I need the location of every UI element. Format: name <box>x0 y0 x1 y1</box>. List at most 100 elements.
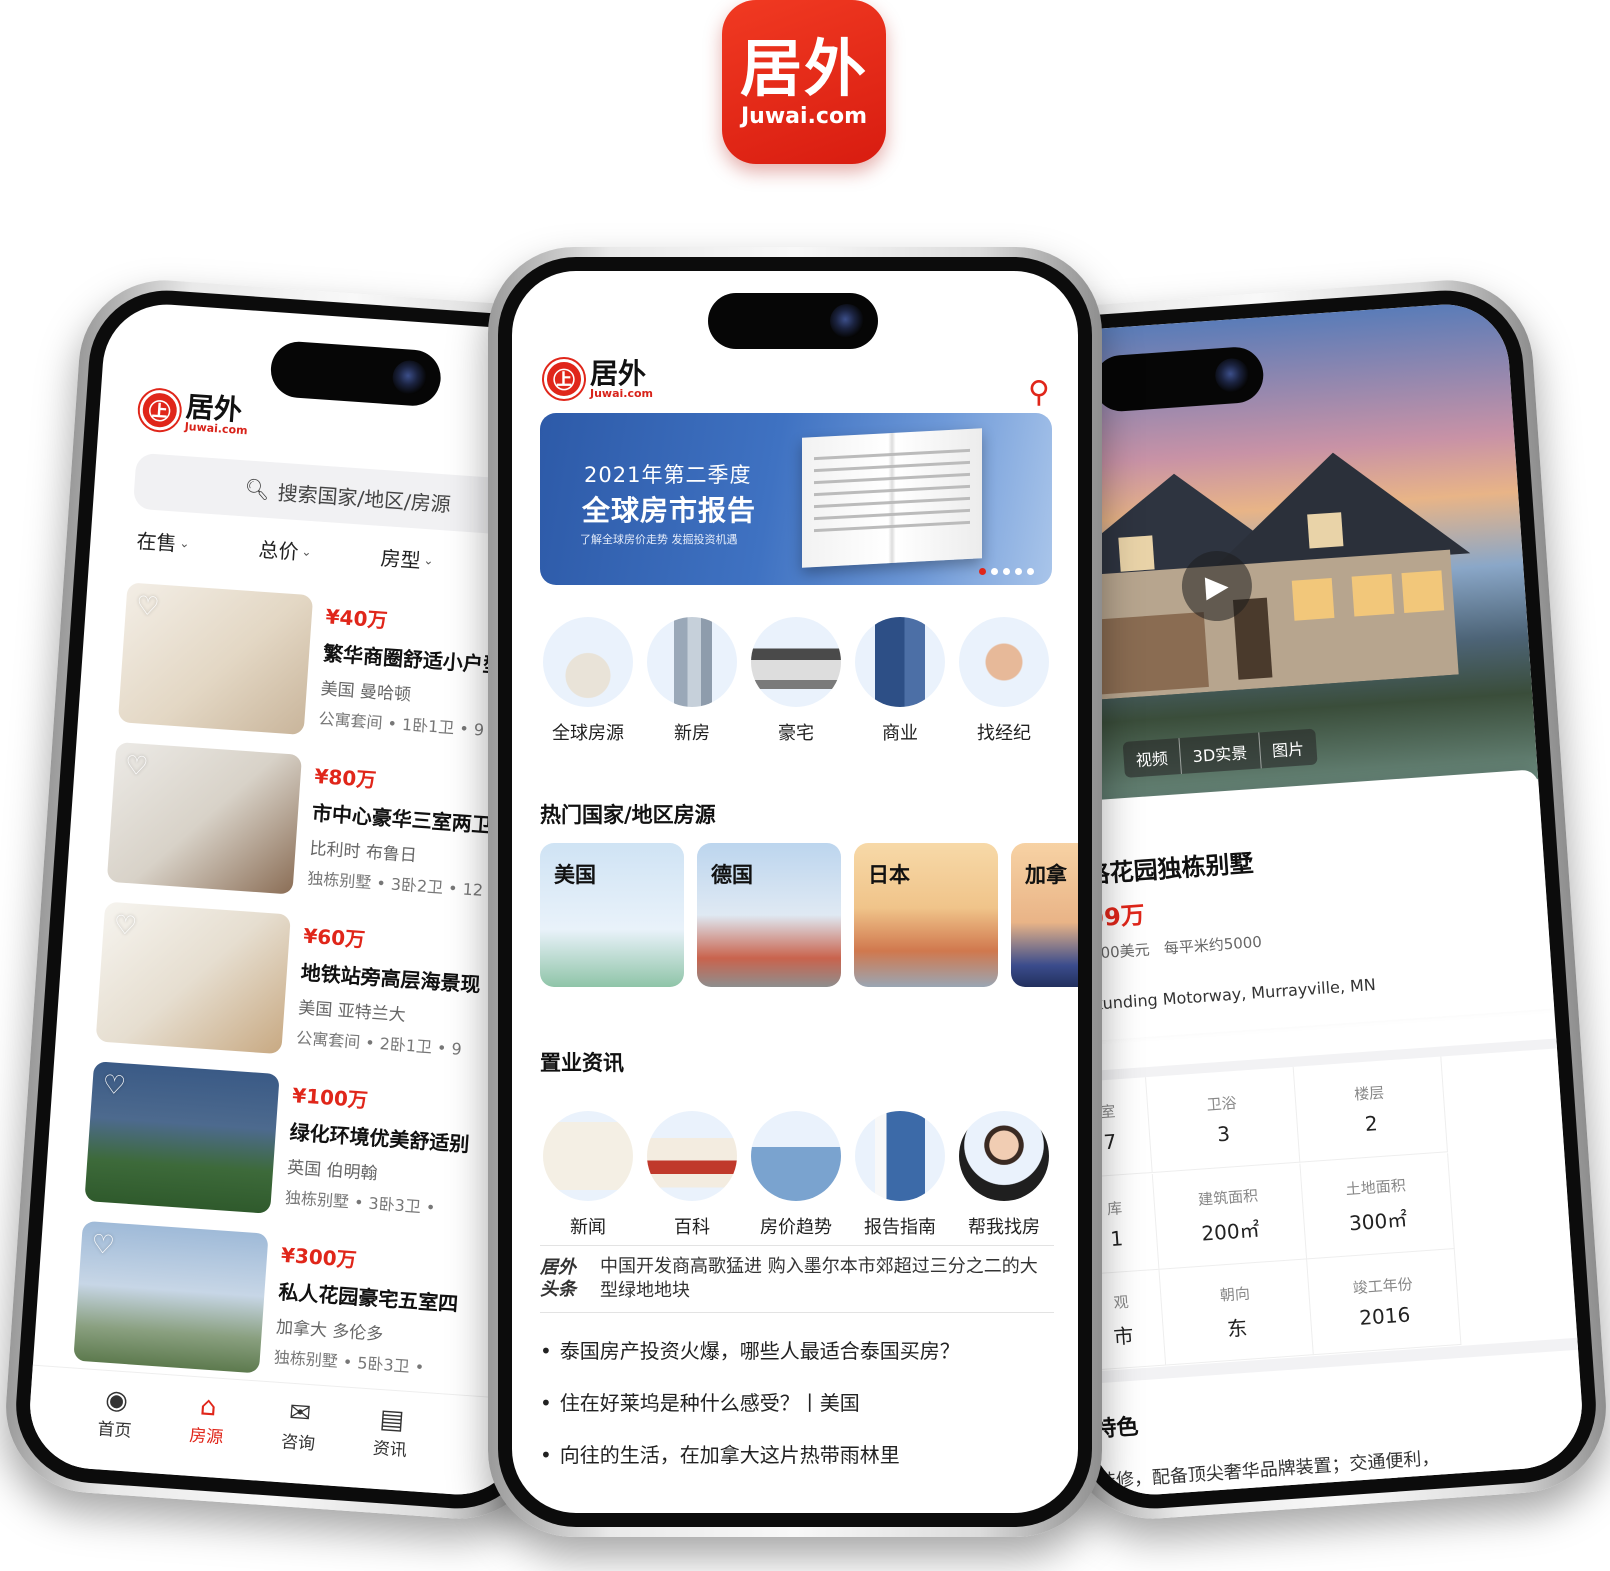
chevron-down-icon: ⌄ <box>301 543 313 559</box>
banner-line-3: 了解全球房价走势 发掘投资机遇 <box>580 533 738 546</box>
spec-cell: 楼层 2 <box>1293 1056 1448 1163</box>
filter-type[interactable]: 房型 ⌄ <box>380 542 435 575</box>
listing-price: ¥100万 <box>291 1083 369 1113</box>
tab-listings[interactable]: ⌂ 房源 <box>158 1389 256 1480</box>
search-icon[interactable]: ⚲ <box>1028 375 1050 410</box>
carousel-dots <box>979 568 1034 575</box>
country-carousel: 美国 德国 日本 加拿 <box>540 843 1078 989</box>
news-cat-wiki[interactable]: 百科 <box>644 1111 740 1239</box>
chevron-down-icon: ⌄ <box>179 535 191 551</box>
listing-title: 地铁站旁高层海景现 <box>300 960 482 997</box>
filter-price[interactable]: 总价 ⌄ <box>258 533 313 566</box>
house-icon <box>543 617 633 707</box>
category-global[interactable]: 全球房源 <box>540 617 636 745</box>
listing-price: ¥40万 <box>324 604 389 633</box>
report-banner[interactable]: 2021年第二季度 全球房市报告 了解全球房价走势 发掘投资机遇 <box>540 413 1052 585</box>
category-new[interactable]: 新房 <box>644 617 740 745</box>
heart-icon[interactable]: ♡ <box>124 751 149 783</box>
category-commercial[interactable]: 商业 <box>852 617 948 745</box>
phone-center: ㊤ 居外 Juwai.com ⚲ 2021年第二季度 全球房市报告 了解全球房价走… <box>488 247 1102 1537</box>
dynamic-island <box>269 339 443 408</box>
listing-spec: 独栋别墅 • 3卧3卫 • <box>284 1187 436 1218</box>
spec-cell: 土地面积 300㎡ <box>1300 1152 1455 1260</box>
banner-line-1: 2021年第二季度 <box>584 463 752 487</box>
property-specs: 室7 卫浴 3 楼层 2 库1 建筑面积 200㎡ 土地面积 300㎡ 观市 朝向东 竣… <box>1065 1038 1578 1373</box>
media-tab-3d[interactable]: 3D实景 <box>1179 732 1262 774</box>
listing-photo: ♡ <box>117 582 314 736</box>
brand-logo[interactable]: ㊤ 居外 Juwai.com <box>138 388 250 437</box>
heart-icon[interactable]: ♡ <box>135 591 160 623</box>
listing-item[interactable]: ♡ ¥100万 绿化环境优美舒适别 英国 伯明翰 独栋别墅 • 3卧3卫 • <box>83 1061 553 1253</box>
app-icon-domain: Juwai.com <box>741 103 867 129</box>
listing-photo: ♡ <box>95 901 291 1055</box>
search-icon: 🔍︎ <box>243 476 271 503</box>
support-agent-icon <box>959 1111 1049 1201</box>
listing-photo: ♡ <box>106 741 303 895</box>
listing-spec: 公寓套间 • 1卧1卫 • 9 <box>317 709 485 740</box>
media-tabs: 视频 3D实景 图片 <box>1122 728 1318 778</box>
brand-cn: 居外 <box>590 356 647 390</box>
country-card-japan[interactable]: 日本 <box>854 843 998 987</box>
filter-status[interactable]: 在售 ⌄ <box>136 525 191 558</box>
books-icon <box>647 1111 737 1201</box>
brand-en: Juwai.com <box>184 419 249 437</box>
listing-title: 私人花园豪宅五室四 <box>277 1279 459 1317</box>
category-agent[interactable]: 找经纪 <box>956 617 1052 745</box>
news-cat-trend[interactable]: 房价趋势 <box>748 1111 844 1239</box>
tab-home[interactable]: ◉ 首页 <box>66 1382 164 1473</box>
villa-icon <box>751 617 841 707</box>
media-tab-photos[interactable]: 图片 <box>1259 729 1317 769</box>
news-link[interactable]: 向往的生活，在加拿大这片热带雨林里 <box>540 1439 1060 1468</box>
spec-cell: 卫浴 3 <box>1146 1066 1301 1173</box>
brand-logo[interactable]: ㊤ 居外 Juwai.com <box>544 359 653 399</box>
document-icon: ▤ <box>378 1404 406 1436</box>
news-heading: 置业资讯 <box>540 1051 624 1075</box>
dynamic-island <box>708 293 878 349</box>
listing-price: ¥300万 <box>280 1242 358 1272</box>
news-category-row: 新闻 百科 房价趋势 报告指南 帮我找房 <box>540 1111 1052 1239</box>
news-cat-findhome[interactable]: 帮我找房 <box>956 1111 1052 1239</box>
country-card-usa[interactable]: 美国 <box>540 843 684 987</box>
newspaper-icon <box>543 1111 633 1201</box>
headline-news[interactable]: 居外 头条 中国开发商高歌猛进 购入墨尔本市郊超过三分之二的大型绿地地块 <box>540 1245 1054 1313</box>
listing-price: ¥80万 <box>313 763 378 793</box>
brand-mark-icon: ㊤ <box>138 388 182 432</box>
heart-icon[interactable]: ♡ <box>102 1070 127 1102</box>
listing-spec: 独栋别墅 • 5卧3卫 • <box>273 1347 425 1377</box>
brand-mark-icon: ㊤ <box>544 359 584 399</box>
news-cat-news[interactable]: 新闻 <box>540 1111 636 1239</box>
listing-photo: ♡ <box>84 1061 280 1214</box>
chevron-down-icon: ⌄ <box>423 552 435 568</box>
heart-icon[interactable]: ♡ <box>113 910 138 942</box>
news-link[interactable]: 住在好莱坞是种什么感受？丨美国 <box>540 1387 1060 1416</box>
news-cat-report[interactable]: 报告指南 <box>852 1111 948 1239</box>
listing-spec: 独栋别墅 • 3卧2卫 • 12 <box>306 868 484 900</box>
property-address: Ankunding Motorway, Murrayville, MN <box>1072 974 1377 1016</box>
country-card-canada[interactable]: 加拿 <box>1011 843 1078 987</box>
chat-icon: ✉ <box>288 1397 313 1430</box>
property-summary: 风格花园独栋别墅 ¥99万 42,000美元 每平米约5000 Ankundin… <box>1046 769 1555 1043</box>
camera-icon <box>1214 357 1251 394</box>
listing-title: 绿化环境优美舒适别 <box>288 1120 471 1157</box>
news-link[interactable]: 泰国房产投资火爆，哪些人最适合泰国买房？ <box>540 1335 1060 1364</box>
globe-icon: ◉ <box>104 1384 129 1417</box>
tab-consult[interactable]: ✉ 咨询 <box>249 1395 347 1486</box>
category-luxury[interactable]: 豪宅 <box>748 617 844 745</box>
country-card-germany[interactable]: 德国 <box>697 843 841 987</box>
spec-cell: 建筑面积 200㎡ <box>1152 1163 1308 1270</box>
report-book-image <box>802 428 982 568</box>
tab-news[interactable]: ▤ 资讯 <box>341 1402 439 1493</box>
brand-en: Juwai.com <box>590 386 653 400</box>
heart-icon[interactable]: ♡ <box>90 1229 115 1261</box>
app-icon-text: 居外 <box>739 31 868 105</box>
camera-icon <box>391 359 428 396</box>
listing-price: ¥60万 <box>302 923 366 952</box>
headline-tag: 居外 头条 <box>540 1257 576 1300</box>
report-icon <box>855 1111 945 1201</box>
spec-cell: 竣工年份 2016 <box>1307 1249 1462 1356</box>
office-icon <box>855 617 945 707</box>
headline-text: 中国开发商高歌猛进 购入墨尔本市郊超过三分之二的大型绿地地块 <box>600 1256 1038 1301</box>
home-screen: ㊤ 居外 Juwai.com ⚲ 2021年第二季度 全球房市报告 了解全球房价走… <box>512 271 1078 1513</box>
media-tab-video[interactable]: 视频 <box>1122 738 1182 778</box>
category-row: 全球房源 新房 豪宅 商业 找经纪 <box>540 617 1052 745</box>
